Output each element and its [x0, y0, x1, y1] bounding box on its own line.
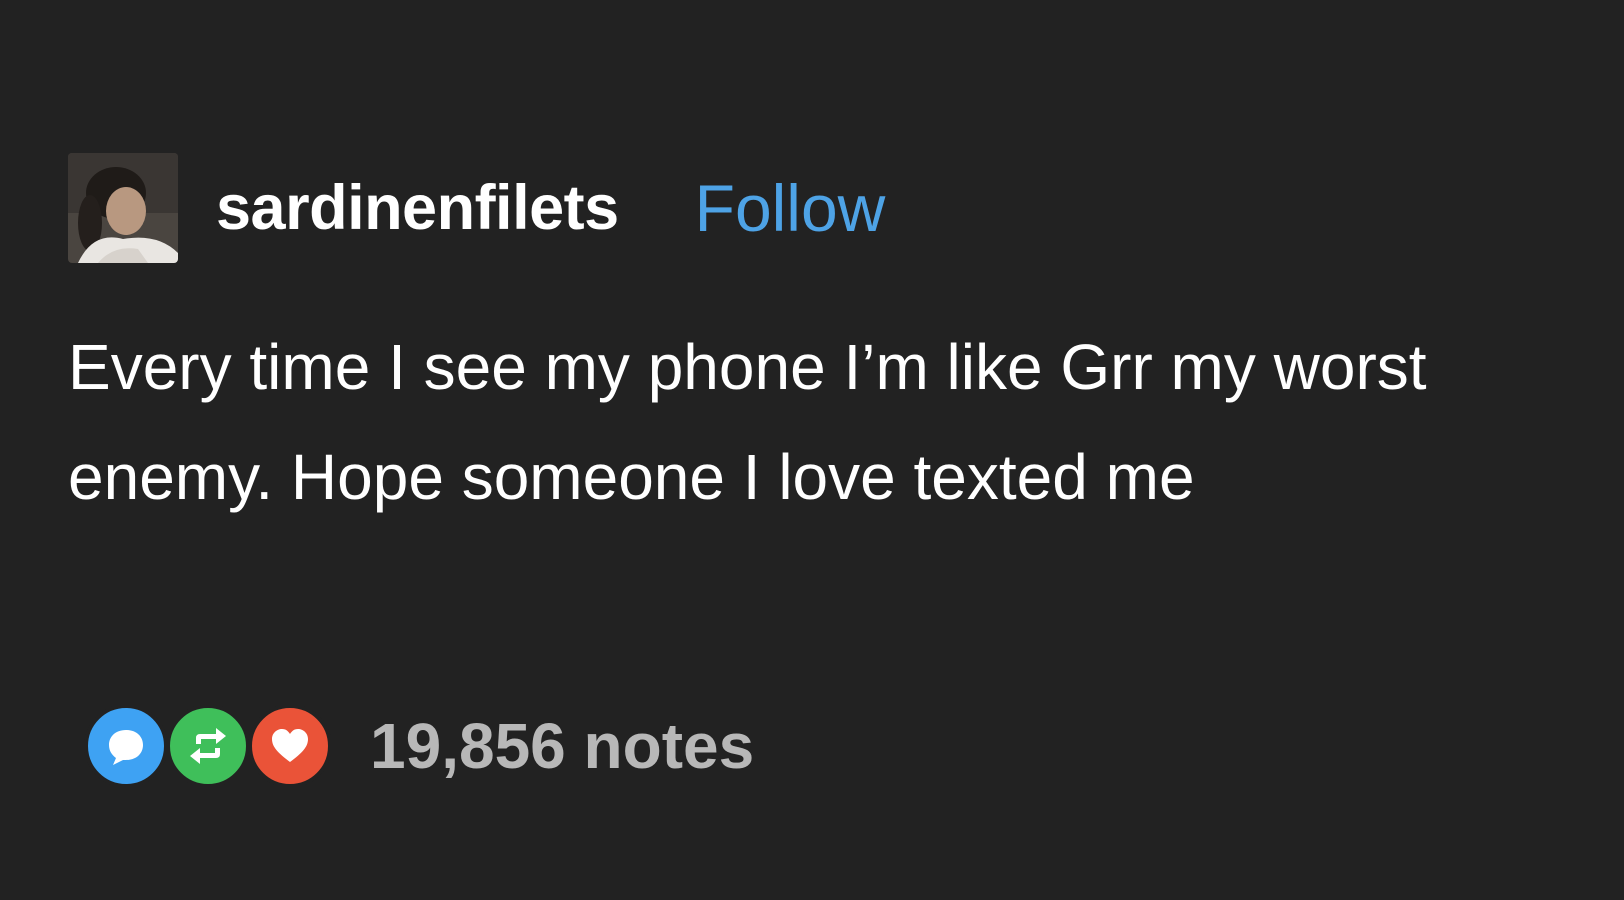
follow-button[interactable]: Follow	[695, 175, 886, 241]
username-link[interactable]: sardinenfilets	[216, 176, 619, 240]
post-footer: 19,856 notes	[84, 704, 754, 788]
post-header: sardinenfilets Follow	[68, 153, 885, 263]
reblog-icon	[166, 704, 250, 788]
heart-icon	[248, 704, 332, 788]
tumblr-post: sardinenfilets Follow Every time I see m…	[0, 0, 1624, 900]
avatar[interactable]	[68, 153, 178, 263]
notes-icons[interactable]	[84, 704, 334, 788]
notes-count[interactable]: 19,856 notes	[370, 714, 754, 778]
post-body-text: Every time I see my phone I’m like Grr m…	[68, 331, 1427, 513]
reply-icon	[84, 704, 168, 788]
